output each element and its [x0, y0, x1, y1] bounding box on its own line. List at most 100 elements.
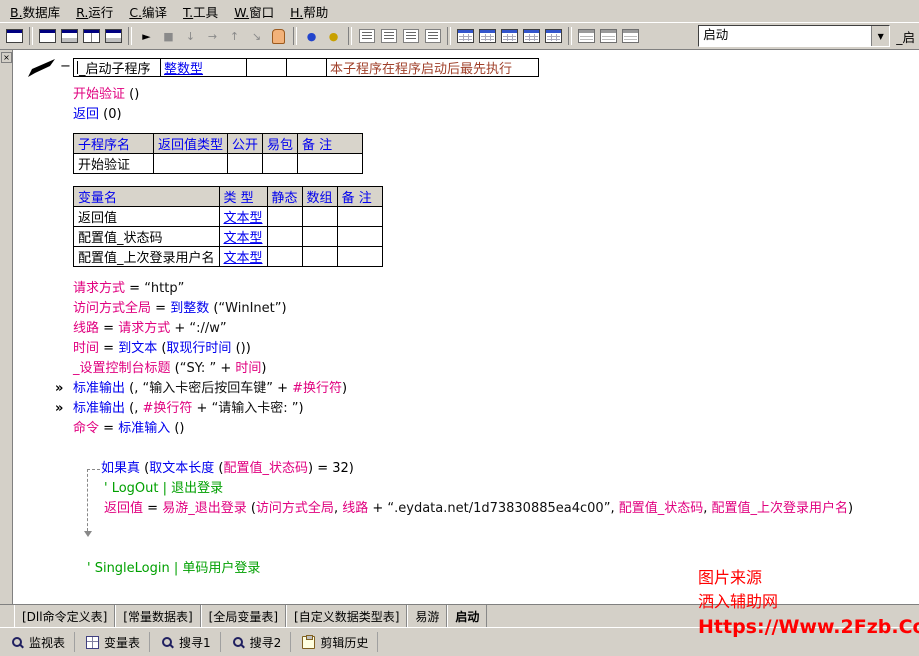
breakpoint-list-icon[interactable] [378, 27, 399, 46]
sub-header-cell-2[interactable] [247, 58, 287, 77]
sub-header-cell-4[interactable]: 本子程序在程序启动后最先执行 [327, 58, 539, 77]
table-cell[interactable]: 文本型 [219, 247, 267, 267]
insert-table-icon[interactable] [598, 27, 619, 46]
sub-header-cell-0[interactable]: _启动子程序 [73, 58, 161, 77]
menu-item-0[interactable]: B.数据库 [2, 0, 68, 23]
clip-history-button[interactable]: 剪辑历史 [293, 632, 378, 652]
table-header-row: 子程序名返回值类型公开易包备 注 [74, 134, 363, 154]
datatype-table-icon[interactable] [521, 27, 542, 46]
code-line[interactable]: 命令 = 标准输入 () [73, 419, 919, 439]
stop-icon[interactable]: ■ [158, 27, 179, 46]
panel-toggle-3-icon[interactable] [81, 27, 102, 46]
chevron-down-icon[interactable] [871, 26, 889, 46]
panel-toggle-1-icon[interactable] [37, 27, 58, 46]
table-cell[interactable] [267, 247, 302, 267]
call-stack-icon[interactable] [356, 27, 377, 46]
sheet-tab-0[interactable]: [Dll命令定义表] [14, 605, 115, 627]
table-cell[interactable]: 配置值_上次登录用户名 [74, 247, 220, 267]
resource-table-icon[interactable] [543, 27, 564, 46]
menu-item-4[interactable]: W.窗口 [226, 0, 282, 23]
code-line[interactable]: 线路 = 请求方式 + “://w” [73, 319, 919, 339]
global-var-table-icon[interactable] [499, 27, 520, 46]
search2-icon [232, 636, 245, 649]
watch-list-icon[interactable] [400, 27, 421, 46]
table-cell[interactable] [267, 227, 302, 247]
line-flag-icon: » [55, 399, 63, 419]
table-cell[interactable]: 返回值 [74, 207, 220, 227]
code-line[interactable]: ' LogOut | 退出登录 [104, 479, 919, 499]
menu-item-3[interactable]: T.工具 [175, 0, 226, 23]
table-cell[interactable] [302, 227, 337, 247]
code-editor[interactable]: − _启动子程序整数型本子程序在程序启动后最先执行 开始验证 ()返回 (0) … [13, 50, 919, 604]
table-cell[interactable] [228, 154, 263, 174]
code-line[interactable]: ' SingleLogin | 单码用户登录 [87, 559, 919, 579]
step-over-icon[interactable]: → [202, 27, 223, 46]
table-cell[interactable] [298, 154, 363, 174]
code-line[interactable]: 时间 = 到文本 (取现行时间 ()) [73, 339, 919, 359]
startup-combobox-value[interactable]: 启动 [699, 26, 871, 46]
sheet-tab-3[interactable]: [自定义数据类型表] [286, 605, 407, 627]
code-line[interactable]: »标准输出 (, “输入卡密后按回车键” + #换行符) [73, 379, 919, 399]
column-header: 静态 [267, 187, 302, 207]
step-into-icon[interactable]: ↓ [180, 27, 201, 46]
const-table-icon[interactable] [477, 27, 498, 46]
code-line[interactable] [73, 519, 919, 539]
run-icon[interactable]: ► [136, 27, 157, 46]
output-list-icon[interactable] [422, 27, 443, 46]
code-line[interactable]: »标准输出 (, #换行符 + “请输入卡密: ”) [73, 399, 919, 419]
table-cell[interactable] [263, 154, 298, 174]
dll-table-icon[interactable] [455, 27, 476, 46]
run-to-cursor-icon[interactable]: ↘ [246, 27, 267, 46]
code-line[interactable] [73, 539, 919, 559]
table-cell[interactable] [267, 207, 302, 227]
table-cell[interactable] [302, 247, 337, 267]
sheet-tab-2[interactable]: [全局变量表] [201, 605, 286, 627]
code-line[interactable] [73, 439, 919, 459]
table-cell[interactable] [337, 247, 382, 267]
code-line[interactable]: 返回值 = 易游_退出登录 (访问方式全局, 线路 + “.eydata.net… [104, 499, 919, 519]
table-cell[interactable] [302, 207, 337, 227]
step-out-icon[interactable]: ↑ [224, 27, 245, 46]
toggle-breakpoint-icon[interactable]: ● [301, 27, 322, 46]
source-window-icon[interactable] [4, 27, 25, 46]
panel-toggle-4-icon[interactable] [103, 27, 124, 46]
menu-item-5[interactable]: H.帮助 [282, 0, 336, 23]
watch-magnifier-button[interactable]: 监视表 [2, 632, 75, 652]
menu-item-2[interactable]: C.编译 [121, 0, 175, 23]
clear-breakpoints-icon[interactable]: ● [323, 27, 344, 46]
code-line[interactable]: 如果真 (取文本长度 (配置值_状态码) = 32) [101, 459, 919, 479]
pause-hand-icon[interactable] [268, 27, 289, 46]
table-cell[interactable]: 配置值_状态码 [74, 227, 220, 247]
search2-button[interactable]: 搜寻2 [223, 632, 292, 652]
table-cell[interactable]: 文本型 [219, 227, 267, 247]
collapse-toggle[interactable]: − [60, 59, 71, 74]
table-cell[interactable] [337, 207, 382, 227]
column-header: 备 注 [298, 134, 363, 154]
menu-item-1[interactable]: R.运行 [68, 0, 121, 23]
table-cell[interactable] [154, 154, 228, 174]
code-line[interactable]: 开始验证 () [73, 85, 919, 105]
table-cell[interactable]: 开始验证 [74, 154, 154, 174]
code-line[interactable]: 访问方式全局 = 到整数 (“WinInet”) [73, 299, 919, 319]
column-header: 公开 [228, 134, 263, 154]
prev-table-icon[interactable] [576, 27, 597, 46]
code-line[interactable]: 请求方式 = “http” [73, 279, 919, 299]
sheet-tab-4[interactable]: 易游 [407, 605, 447, 627]
column-header: 变量名 [74, 187, 220, 207]
table-cell[interactable] [337, 227, 382, 247]
next-table-icon[interactable] [620, 27, 641, 46]
sub-header-cell-1[interactable]: 整数型 [161, 58, 247, 77]
close-icon[interactable] [1, 52, 12, 63]
search1-button[interactable]: 搜寻1 [152, 632, 221, 652]
code-line[interactable]: _设置控制台标题 (“SY: ” + 时间) [73, 359, 919, 379]
code-line[interactable]: 返回 (0) [73, 105, 919, 125]
sheet-tab-1[interactable]: [常量数据表] [115, 605, 200, 627]
panel-toggle-2-icon[interactable] [59, 27, 80, 46]
sub-header-cell-3[interactable] [287, 58, 327, 77]
table-row: 配置值_上次登录用户名文本型 [74, 247, 383, 267]
clip-history-icon [302, 636, 315, 649]
table-cell[interactable]: 文本型 [219, 207, 267, 227]
startup-combobox[interactable]: 启动 [698, 25, 890, 47]
sheet-tab-5[interactable]: 启动 [447, 605, 487, 627]
variables-grid-button[interactable]: 变量表 [77, 632, 150, 652]
